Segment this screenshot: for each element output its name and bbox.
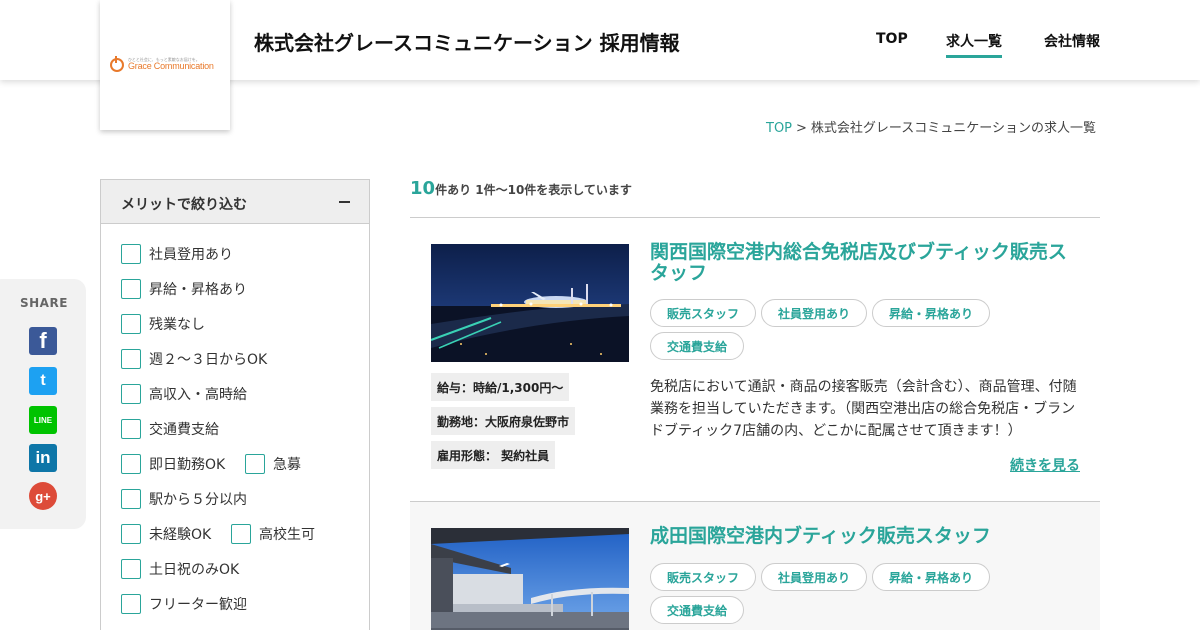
filter-option[interactable]: 週２〜３日からOK <box>121 349 267 369</box>
job-photo-narita-airport[interactable] <box>431 528 629 630</box>
site-title[interactable]: 株式会社グレースコミュニケーション 採用情報 <box>254 27 680 56</box>
nav-top[interactable]: TOP <box>876 31 908 47</box>
job-location: 勤務地：大阪府泉佐野市 <box>431 407 576 435</box>
filter-option-label: 急募 <box>273 457 301 473</box>
breadcrumb-current: 株式会社グレースコミュニケーションの求人一覧 <box>810 121 1097 136</box>
checkbox[interactable] <box>121 384 141 404</box>
job-tag[interactable]: 昇給・昇格あり <box>872 563 990 591</box>
filter-option-label: 高収入・高時給 <box>149 387 247 403</box>
nav-active-indicator <box>946 55 1002 58</box>
checkbox[interactable] <box>121 279 141 299</box>
filter-option[interactable]: 即日勤務OK <box>121 454 225 474</box>
breadcrumb-separator: > <box>796 121 807 136</box>
job-tag[interactable]: 交通費支給 <box>650 596 744 624</box>
filter-option[interactable]: 急募 <box>245 454 301 474</box>
filter-option[interactable]: 社員登用あり <box>121 244 233 264</box>
filter-option-label: 土日祝のみOK <box>149 562 240 578</box>
filter-option[interactable]: 高校生可 <box>231 524 315 544</box>
job-tag[interactable]: 販売スタッフ <box>650 299 756 327</box>
filter-option-label: 残業なし <box>149 317 205 333</box>
merit-filter-panel: メリットで絞り込む 社員登用あり 昇給・昇格あり 残業なし 週２〜３日からOK … <box>100 179 370 630</box>
filter-option[interactable]: 土日祝のみOK <box>121 559 239 579</box>
filter-option-label: フリーター歓迎 <box>149 597 247 613</box>
job-title-link[interactable]: 関西国際空港内総合免税店及びブティック販売スタッフ <box>650 242 1080 284</box>
nav-job-list[interactable]: 求人一覧 <box>946 31 1002 51</box>
results-count-text: 件あり 1件〜10件を表示しています <box>435 183 632 197</box>
filter-option-label: 社員登用あり <box>149 247 233 263</box>
filter-option-label: 高校生可 <box>259 527 315 543</box>
checkbox[interactable] <box>121 524 141 544</box>
breadcrumb-home-link[interactable]: TOP <box>766 121 792 136</box>
company-logo[interactable]: ひとと社会に、もっと素敵なお届けを。 Grace Communication <box>100 0 230 130</box>
google-plus-icon[interactable]: g+ <box>29 482 57 510</box>
breadcrumb: TOP > 株式会社グレースコミュニケーションの求人一覧 <box>766 117 1096 136</box>
filter-option[interactable]: 残業なし <box>121 314 205 334</box>
checkbox[interactable] <box>121 489 141 509</box>
filter-option[interactable]: 駅から５分以内 <box>121 489 247 509</box>
facebook-icon[interactable]: f <box>29 327 57 355</box>
filter-option-label: 週２〜３日からOK <box>149 352 268 368</box>
checkbox[interactable] <box>121 419 141 439</box>
power-logo-icon <box>110 56 124 72</box>
job-tag[interactable]: 社員登用あり <box>761 563 867 591</box>
checkbox[interactable] <box>121 349 141 369</box>
nav-company-info[interactable]: 会社情報 <box>1044 31 1100 51</box>
job-tag[interactable]: 交通費支給 <box>650 332 744 360</box>
checkbox[interactable] <box>121 594 141 614</box>
checkbox[interactable] <box>121 314 141 334</box>
job-tag[interactable]: 販売スタッフ <box>650 563 756 591</box>
job-tag[interactable]: 社員登用あり <box>761 299 867 327</box>
line-icon[interactable]: LINE <box>29 406 57 434</box>
read-more-link[interactable]: 続きを見る <box>1010 455 1080 475</box>
checkbox[interactable] <box>231 524 251 544</box>
results-count: 10件あり 1件〜10件を表示しています <box>410 178 632 199</box>
linkedin-icon[interactable]: in <box>29 444 57 472</box>
job-employment-type: 雇用形態： 契約社員 <box>431 441 556 469</box>
collapse-minus-icon[interactable] <box>339 201 350 203</box>
results-count-number: 10 <box>410 178 436 199</box>
divider <box>410 217 1100 218</box>
share-panel: SHARE f t LINE in g+ <box>0 279 86 529</box>
filter-header[interactable]: メリットで絞り込む <box>101 180 369 224</box>
job-photo-kansai-airport[interactable] <box>431 244 629 362</box>
job-description: 免税店において通訳・商品の接客販売（会計含む）、商品管理、付随業務を担当していた… <box>650 379 1077 439</box>
job-tag[interactable]: 昇給・昇格あり <box>872 299 990 327</box>
job-title-link[interactable]: 成田国際空港内ブティック販売スタッフ <box>650 526 1080 547</box>
filter-option[interactable]: 未経験OK <box>121 524 211 544</box>
filter-option-label: 即日勤務OK <box>149 457 226 473</box>
share-label: SHARE <box>20 296 68 310</box>
checkbox[interactable] <box>245 454 265 474</box>
job-salary: 給与：時給/1,300円〜 <box>431 373 570 401</box>
filter-title: メリットで絞り込む <box>121 197 247 213</box>
checkbox[interactable] <box>121 454 141 474</box>
filter-option-label: 交通費支給 <box>149 422 219 438</box>
filter-option-label: 昇給・昇格あり <box>149 282 247 298</box>
logo-name: Grace Communication <box>128 61 214 71</box>
filter-option[interactable]: 昇給・昇格あり <box>121 279 247 299</box>
filter-option-label: 駅から５分以内 <box>149 492 247 508</box>
checkbox[interactable] <box>121 559 141 579</box>
twitter-icon[interactable]: t <box>29 367 57 395</box>
filter-option-label: 未経験OK <box>149 527 212 543</box>
checkbox[interactable] <box>121 244 141 264</box>
filter-option[interactable]: 高収入・高時給 <box>121 384 247 404</box>
filter-option[interactable]: フリーター歓迎 <box>121 594 247 614</box>
filter-option[interactable]: 交通費支給 <box>121 419 219 439</box>
